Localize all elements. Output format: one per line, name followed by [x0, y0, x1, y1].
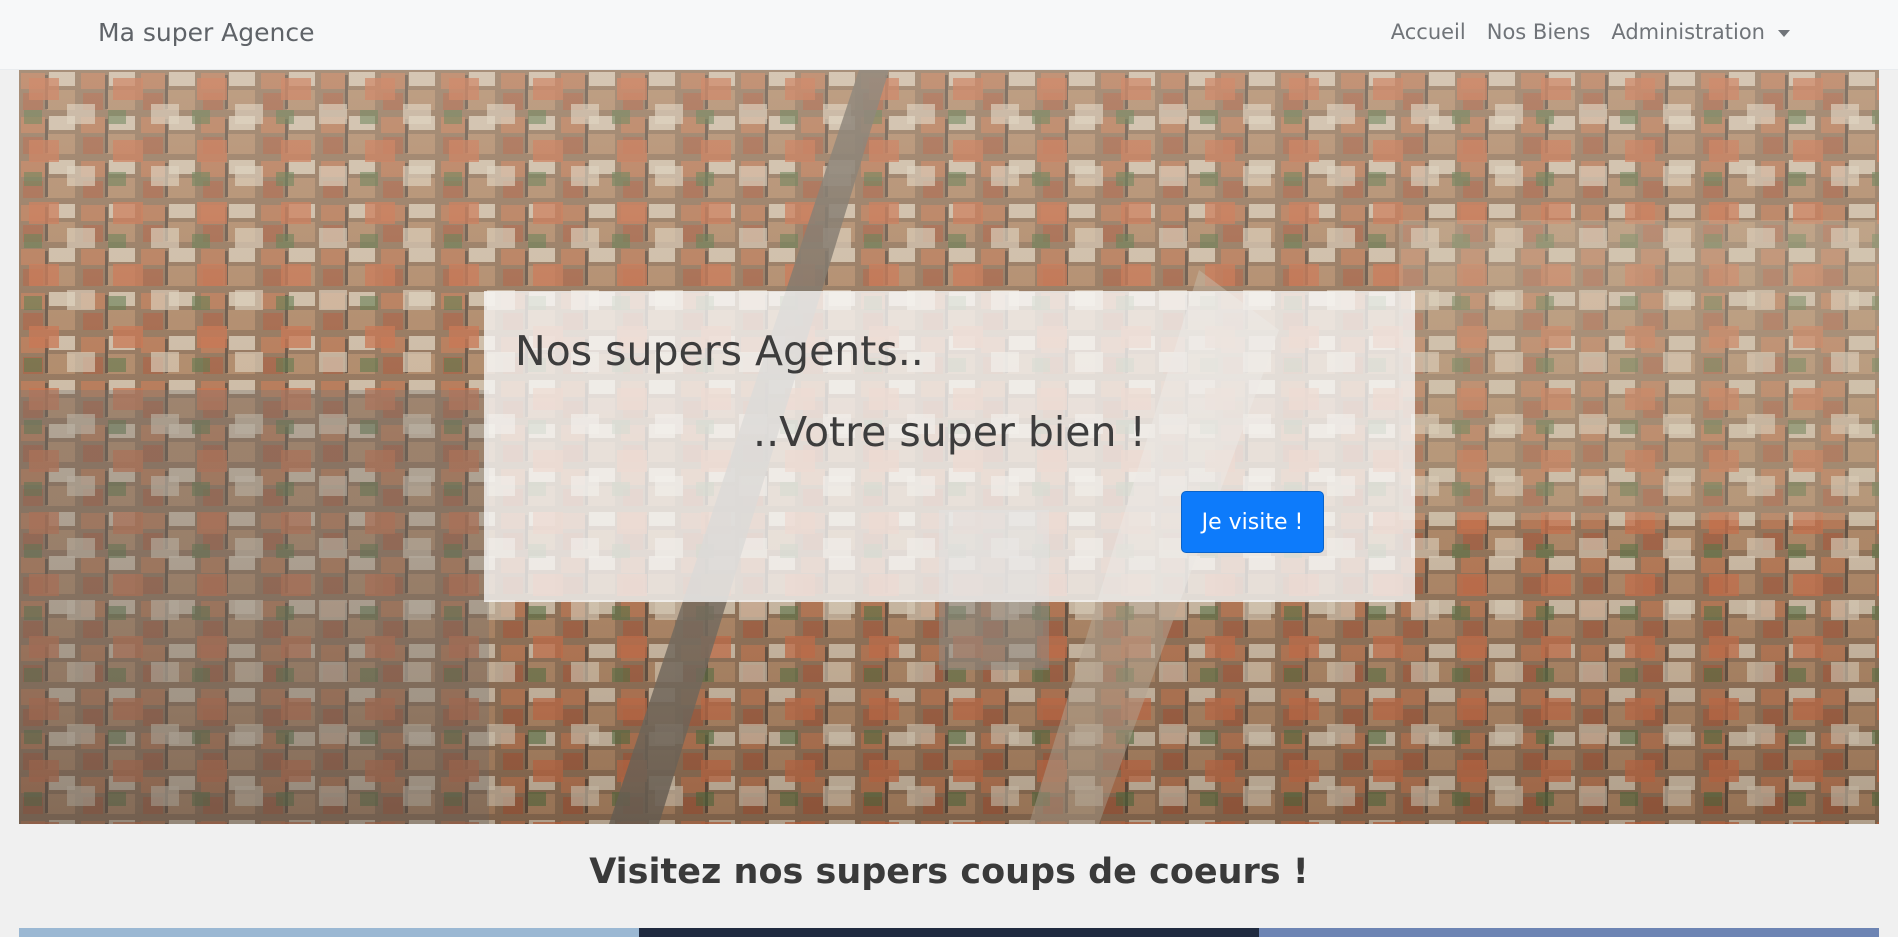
section-title: Visitez nos supers coups de coeurs !: [589, 852, 1309, 892]
caret-down-icon: [1778, 29, 1790, 37]
hero-banner: Nos supers Agents.. ..Votre super bien !…: [19, 70, 1879, 824]
je-visite-button[interactable]: Je visite !: [1181, 491, 1324, 553]
card-image[interactable]: [19, 928, 639, 937]
nav-links: Accueil Nos Biens Administration: [1391, 20, 1790, 44]
nav-link-accueil[interactable]: Accueil: [1391, 20, 1466, 44]
brand-link[interactable]: Ma super Agence: [98, 18, 315, 47]
card-image[interactable]: [639, 928, 1259, 937]
featured-cards: [19, 928, 1879, 937]
administration-dropdown-label: Administration: [1611, 20, 1765, 44]
administration-dropdown[interactable]: Administration: [1611, 20, 1790, 44]
hero-card: Nos supers Agents.. ..Votre super bien !…: [484, 291, 1415, 602]
hero-title: Nos supers Agents..: [515, 327, 924, 375]
navbar: Ma super Agence Accueil Nos Biens Admini…: [0, 0, 1898, 70]
hero-subtitle: ..Votre super bien !: [753, 408, 1146, 456]
nav-link-nos-biens[interactable]: Nos Biens: [1487, 20, 1591, 44]
card-image[interactable]: [1259, 928, 1879, 937]
